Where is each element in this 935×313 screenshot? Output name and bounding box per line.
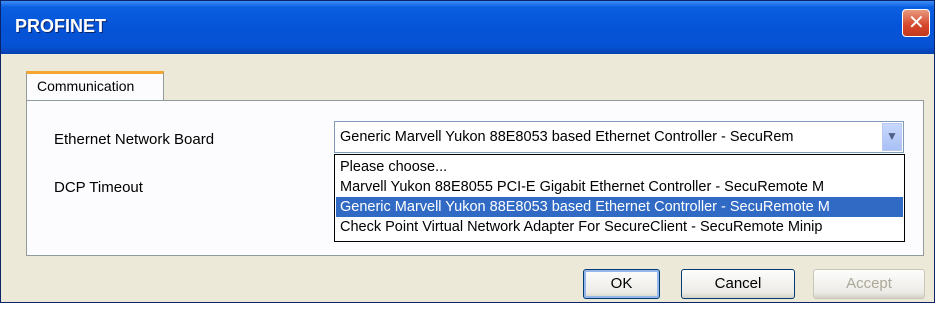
close-button[interactable]: ✕ bbox=[902, 9, 930, 37]
chevron-down-icon: ▼ bbox=[886, 129, 898, 143]
ethernet-board-select[interactable]: Generic Marvell Yukon 88E8053 based Ethe… bbox=[334, 121, 904, 153]
close-icon: ✕ bbox=[908, 10, 925, 34]
dcp-timeout-label: DCP Timeout bbox=[54, 179, 143, 196]
dropdown-option-selected[interactable]: Generic Marvell Yukon 88E8053 based Ethe… bbox=[336, 197, 903, 217]
title-bar[interactable]: PROFINET ✕ bbox=[1, 1, 934, 54]
dropdown-button[interactable]: ▼ bbox=[882, 123, 902, 151]
ethernet-board-dropdown: Please choose... Marvell Yukon 88E8055 P… bbox=[334, 154, 905, 242]
ok-button[interactable]: OK bbox=[583, 269, 660, 299]
profinet-dialog: PROFINET ✕ Communication Ethernet Networ… bbox=[0, 0, 935, 303]
tab-communication[interactable]: Communication bbox=[26, 71, 164, 101]
cancel-button[interactable]: Cancel bbox=[681, 269, 795, 299]
dropdown-option[interactable]: Check Point Virtual Network Adapter For … bbox=[336, 217, 903, 237]
ethernet-board-label: Ethernet Network Board bbox=[54, 131, 215, 148]
dropdown-option[interactable]: Please choose... bbox=[336, 157, 903, 177]
tab-label: Communication bbox=[37, 78, 135, 94]
accept-button[interactable]: Accept bbox=[813, 269, 925, 299]
dropdown-option[interactable]: Marvell Yukon 88E8055 PCI-E Gigabit Ethe… bbox=[336, 177, 903, 197]
window-title: PROFINET bbox=[15, 16, 107, 36]
ethernet-board-value: Generic Marvell Yukon 88E8053 based Ethe… bbox=[340, 129, 794, 145]
